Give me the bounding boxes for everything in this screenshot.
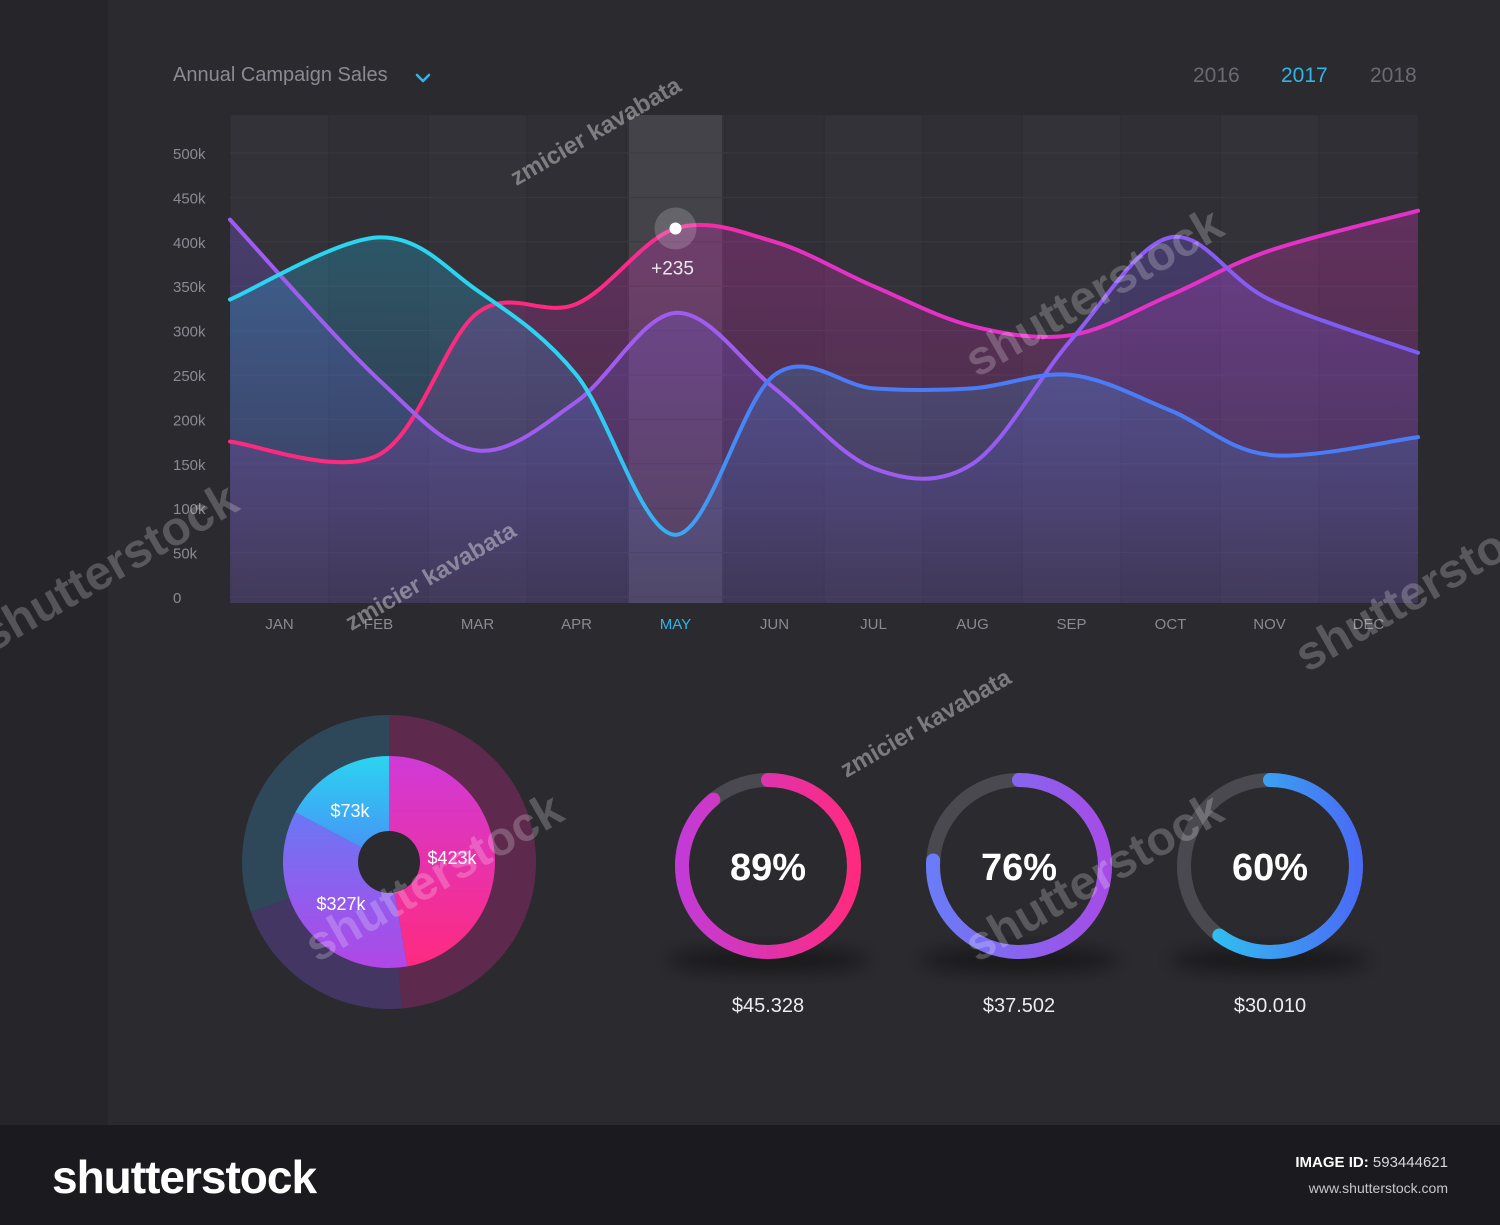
gauge-percent: 76% (981, 847, 1057, 889)
gauge-amount-3: $30.010 (1233, 995, 1307, 1017)
pie-label: $327k (316, 894, 366, 914)
footer-url[interactable]: www.shutterstock.com (1309, 1180, 1448, 1196)
bottom-charts: $423k $327k $73k 89% 76% 60% (242, 715, 1370, 1009)
pie-hole (358, 831, 420, 893)
pie-label: $73k (330, 801, 370, 821)
pie-label: $423k (427, 848, 477, 868)
image-id-row: IMAGE ID: 593444621 (1295, 1154, 1448, 1171)
gauge-amount-2: $37.502 (982, 995, 1056, 1017)
gauge-percent: 89% (730, 847, 806, 889)
image-id-value: 593444621 (1372, 1154, 1448, 1171)
image-id-label: IMAGE ID: (1295, 1154, 1369, 1171)
footer-logo: shutterstock (52, 1151, 317, 1203)
gauge-percent: 60% (1232, 847, 1308, 889)
gauge-amount-1: $45.328 (731, 995, 805, 1017)
